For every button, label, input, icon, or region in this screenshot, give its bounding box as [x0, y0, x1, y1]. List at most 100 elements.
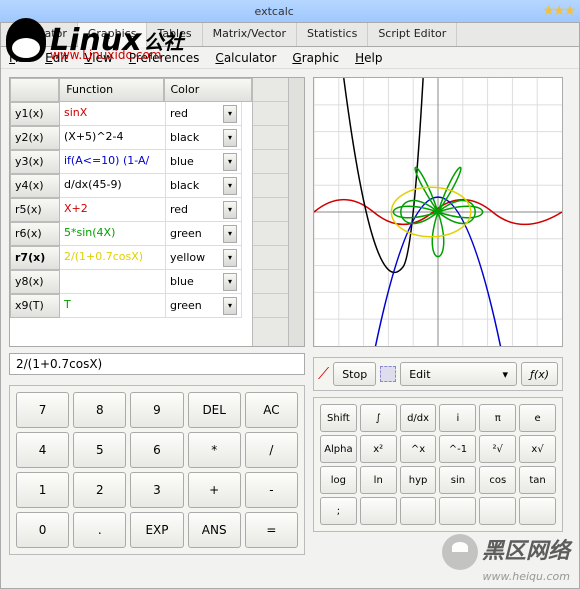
key-ac[interactable]: AC	[245, 392, 298, 428]
scikey[interactable]: ;	[320, 497, 357, 525]
menu-graphic[interactable]: Graphic	[292, 51, 339, 65]
row-name[interactable]: x9(T)	[10, 294, 60, 318]
plot-canvas[interactable]	[313, 77, 563, 347]
window-controls[interactable]: ★★★	[542, 3, 574, 19]
key-7[interactable]: 7	[16, 392, 69, 428]
key-1[interactable]: 1	[16, 472, 69, 508]
row-function[interactable]: (X+5)^2-4	[60, 126, 166, 150]
key-exp[interactable]: EXP	[130, 512, 183, 548]
key-3[interactable]: 3	[130, 472, 183, 508]
scikey[interactable]: x√	[519, 435, 556, 463]
edit-dropdown[interactable]: Edit▾	[400, 362, 517, 386]
scikey[interactable]	[479, 497, 516, 525]
scikey[interactable]: ∫	[360, 404, 397, 432]
scikey[interactable]: ²√	[479, 435, 516, 463]
row-color[interactable]: blue▾	[166, 150, 242, 174]
row-function[interactable]: sinX	[60, 102, 166, 126]
row-name[interactable]: y2(x)	[10, 126, 60, 150]
key-/[interactable]: /	[245, 432, 298, 468]
row-name[interactable]: y3(x)	[10, 150, 60, 174]
row-color[interactable]: red▾	[166, 102, 242, 126]
col-function[interactable]: Function	[59, 78, 163, 102]
row-color[interactable]: black▾	[166, 174, 242, 198]
scikey[interactable]	[400, 497, 437, 525]
expression-input[interactable]: 2/(1+0.7cosX)	[9, 353, 305, 375]
table-row[interactable]: y3(x) if(A<=10) (1-A/ blue▾	[10, 150, 252, 174]
row-name[interactable]: y1(x)	[10, 102, 60, 126]
key-+[interactable]: +	[188, 472, 241, 508]
col-color[interactable]: Color	[164, 78, 253, 102]
scikey[interactable]: log	[320, 466, 357, 494]
scikey[interactable]: ^-1	[439, 435, 476, 463]
row-name[interactable]: r6(x)	[10, 222, 60, 246]
scikey[interactable]: d/dx	[400, 404, 437, 432]
scikey[interactable]: Alpha	[320, 435, 357, 463]
tab-matrix[interactable]: Matrix/Vector	[203, 23, 297, 46]
menu-edit[interactable]: Edit	[45, 51, 68, 65]
scikey[interactable]: Shift	[320, 404, 357, 432]
stop-button[interactable]: Stop	[333, 362, 376, 386]
key--[interactable]: -	[245, 472, 298, 508]
row-function[interactable]: 2/(1+0.7cosX)	[60, 246, 166, 270]
scikey[interactable]: i	[439, 404, 476, 432]
dropdown-icon[interactable]: ▾	[223, 297, 237, 315]
dropdown-icon[interactable]: ▾	[223, 273, 237, 291]
row-color[interactable]: green▾	[166, 222, 242, 246]
scikey[interactable]: cos	[479, 466, 516, 494]
dropdown-icon[interactable]: ▾	[223, 129, 237, 147]
scikey[interactable]: π	[479, 404, 516, 432]
table-row[interactable]: y2(x) (X+5)^2-4 black▾	[10, 126, 252, 150]
row-function[interactable]: 5*sin(4X)	[60, 222, 166, 246]
scikey[interactable]: e	[519, 404, 556, 432]
scikey[interactable]: ^x	[400, 435, 437, 463]
scikey[interactable]: sin	[439, 466, 476, 494]
row-color[interactable]: red▾	[166, 198, 242, 222]
key-8[interactable]: 8	[73, 392, 126, 428]
row-color[interactable]: black▾	[166, 126, 242, 150]
row-function[interactable]: d/dx(45-9)	[60, 174, 166, 198]
key-5[interactable]: 5	[73, 432, 126, 468]
dropdown-icon[interactable]: ▾	[223, 177, 237, 195]
key-.[interactable]: .	[73, 512, 126, 548]
row-color[interactable]: green▾	[166, 294, 242, 318]
scikey[interactable]	[360, 497, 397, 525]
row-name[interactable]: y8(x)	[10, 270, 60, 294]
tab-script[interactable]: Script Editor	[368, 23, 457, 46]
col-name[interactable]	[10, 78, 59, 102]
table-row[interactable]: r6(x) 5*sin(4X) green▾	[10, 222, 252, 246]
key-2[interactable]: 2	[73, 472, 126, 508]
row-function[interactable]: if(A<=10) (1-A/	[60, 150, 166, 174]
scikey[interactable]: ln	[360, 466, 397, 494]
scikey[interactable]: tan	[519, 466, 556, 494]
table-row[interactable]: y4(x) d/dx(45-9) black▾	[10, 174, 252, 198]
row-color[interactable]: blue▾	[166, 270, 242, 294]
tab-tables[interactable]: Tables	[147, 23, 202, 46]
key-*[interactable]: *	[188, 432, 241, 468]
table-row[interactable]: r7(x) 2/(1+0.7cosX) yellow▾	[10, 246, 252, 270]
dropdown-icon[interactable]: ▾	[223, 153, 237, 171]
scikey[interactable]	[519, 497, 556, 525]
row-name[interactable]: r7(x)	[10, 246, 60, 270]
row-function[interactable]: X+2	[60, 198, 166, 222]
scikey[interactable]	[439, 497, 476, 525]
row-function[interactable]	[60, 270, 166, 294]
key-del[interactable]: DEL	[188, 392, 241, 428]
key-6[interactable]: 6	[130, 432, 183, 468]
row-color[interactable]: yellow▾	[166, 246, 242, 270]
key-9[interactable]: 9	[130, 392, 183, 428]
row-function[interactable]: T	[60, 294, 166, 318]
menu-calculator[interactable]: Calculator	[215, 51, 276, 65]
tab-statistics[interactable]: Statistics	[297, 23, 368, 46]
dropdown-icon[interactable]: ▾	[223, 249, 237, 267]
row-name[interactable]: r5(x)	[10, 198, 60, 222]
key-=[interactable]: =	[245, 512, 298, 548]
table-row[interactable]: y1(x) sinX red▾	[10, 102, 252, 126]
menu-preferences[interactable]: Preferences	[129, 51, 200, 65]
row-name[interactable]: y4(x)	[10, 174, 60, 198]
tab-calculator[interactable]: Calculator	[1, 23, 78, 46]
table-row[interactable]: r5(x) X+2 red▾	[10, 198, 252, 222]
scikey[interactable]: hyp	[400, 466, 437, 494]
tab-graphics[interactable]: Graphics	[78, 23, 148, 47]
table-row[interactable]: y8(x) blue▾	[10, 270, 252, 294]
key-ans[interactable]: ANS	[188, 512, 241, 548]
